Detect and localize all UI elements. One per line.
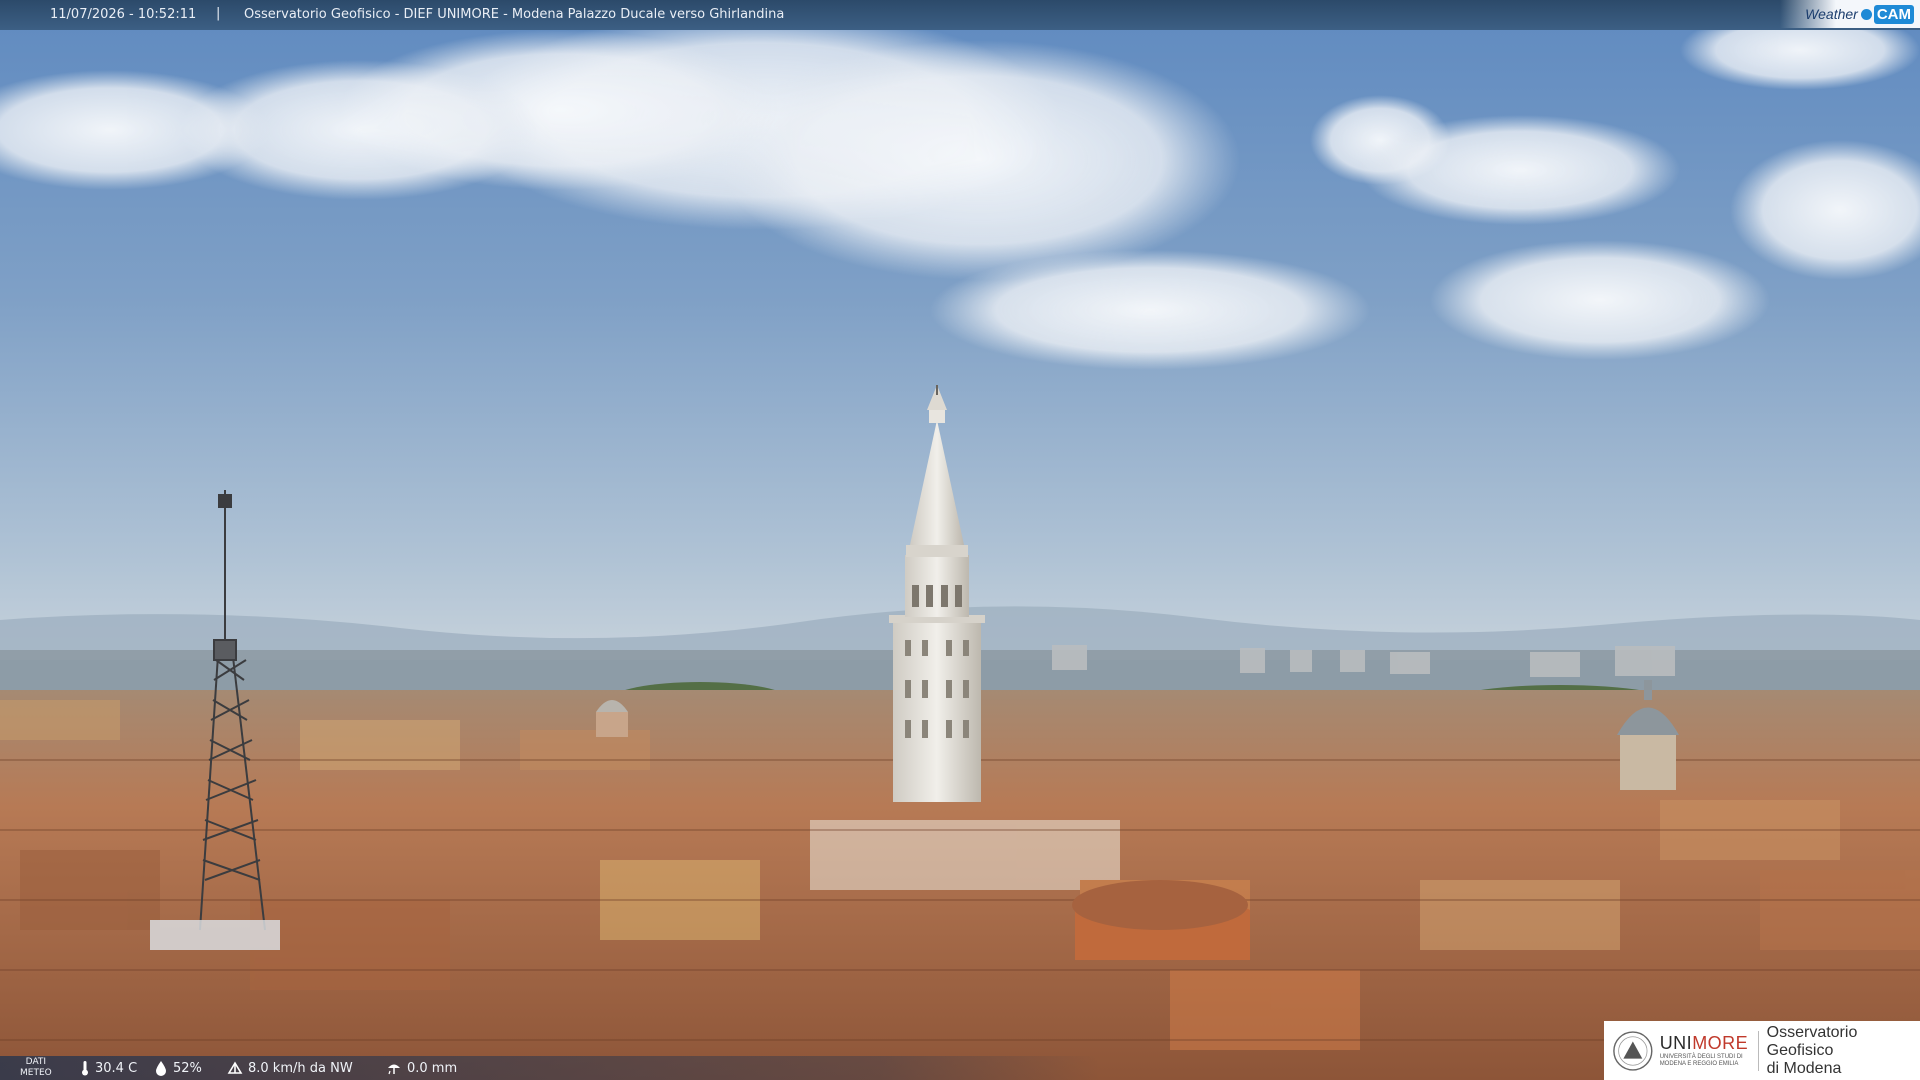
rain-value: 0.0 mm: [407, 1060, 458, 1076]
weathercam-logo: Weather CAM: [1780, 0, 1920, 28]
camera-title: Osservatorio Geofisico - DIEF UNIMORE - …: [244, 7, 785, 22]
logo-divider: [1757, 1030, 1759, 1071]
timestamp: 11/07/2026 - 10:52:11: [50, 7, 197, 22]
rain-gauge-icon: [388, 1064, 400, 1075]
unimore-logo-box: UNIMORE UNIVERSITÀ DEGLI STUDI DI MODENA…: [1604, 1021, 1920, 1080]
temperature-value: 30.4 C: [95, 1060, 138, 1076]
temperature-reading: 30.4 C: [80, 1060, 137, 1076]
weathercam-logo-weather: Weather: [1805, 6, 1858, 22]
thermometer-icon: [82, 1061, 88, 1076]
wind-value: 8.0 km/h da NW: [248, 1060, 353, 1076]
humidity-reading: 52%: [154, 1060, 202, 1076]
weathercam-logo-cam: CAM: [1873, 4, 1914, 24]
rain-reading: 0.0 mm: [386, 1060, 457, 1076]
webcam-photo: [0, 0, 1920, 1080]
caption-separator: |: [216, 6, 221, 21]
camera-lens-icon: [1860, 8, 1872, 20]
droplet-icon: [156, 1061, 166, 1076]
university-seal-icon: [1613, 1030, 1653, 1071]
weather-data-label: DATI METEO: [20, 1057, 52, 1078]
weather-data-bar: DATI METEO 30.4 C 52% 8.0 km/h da NW 0.0…: [0, 1056, 1100, 1080]
caption-bar: 11/07/2026 - 10:52:11 | Osservatorio Geo…: [0, 0, 1920, 30]
unimore-wordmark: UNIMORE UNIVERSITÀ DEGLI STUDI DI MODENA…: [1659, 1033, 1749, 1067]
wind-icon: [227, 1061, 243, 1074]
observatory-name: Osservatorio Geofisico di Modena: [1766, 1023, 1858, 1077]
wind-reading: 8.0 km/h da NW: [227, 1060, 353, 1076]
humidity-value: 52%: [173, 1060, 202, 1076]
